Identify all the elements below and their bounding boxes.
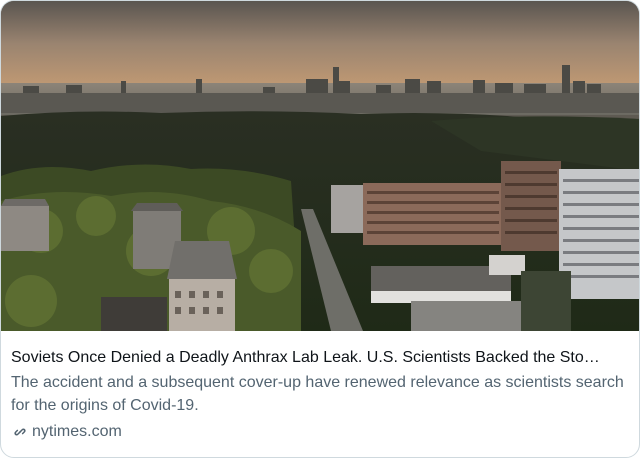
article-description: The accident and a subsequent cover-up h… [11, 374, 624, 414]
link-icon [11, 423, 29, 441]
article-photo[interactable] [1, 1, 639, 331]
city-skyline-illustration [1, 1, 639, 331]
source-domain[interactable]: nytimes.com [32, 421, 122, 443]
source-link[interactable]: nytimes.com [11, 421, 631, 443]
link-preview-card[interactable]: Soviets Once Denied a Deadly Anthrax Lab… [0, 0, 640, 458]
card-text-area[interactable]: Soviets Once Denied a Deadly Anthrax Lab… [1, 331, 639, 457]
article-headline[interactable]: Soviets Once Denied a Deadly Anthrax Lab… [11, 347, 631, 369]
